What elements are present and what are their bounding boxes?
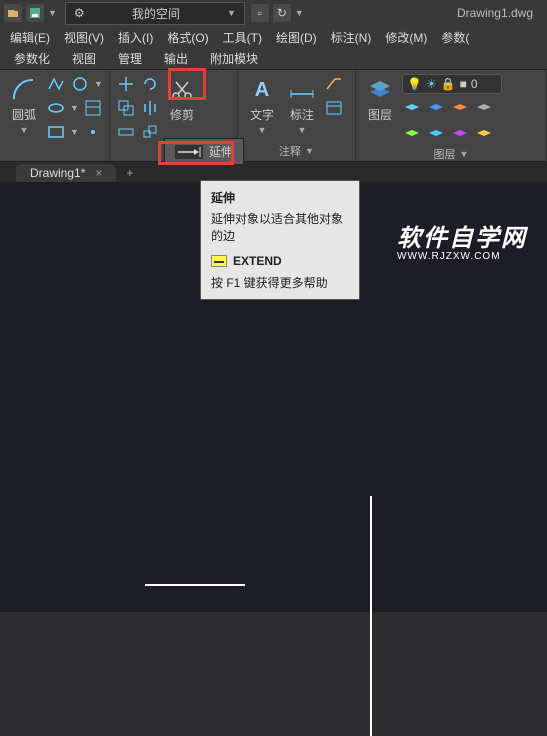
circle-icon[interactable] <box>70 74 90 94</box>
panel-annotate-title: 注释 <box>279 143 301 159</box>
menubar: 编辑(E) 视图(V) 插入(I) 格式(O) 工具(T) 绘图(D) 标注(N… <box>0 26 547 48</box>
arc-label: 圆弧 <box>12 106 36 123</box>
document-tab-label: Drawing1* <box>30 166 85 180</box>
tab-manage[interactable]: 管理 <box>108 48 152 69</box>
tooltip-description: 延伸对象以适合其他对象的边 <box>211 210 349 244</box>
new-tab-button[interactable]: + <box>120 164 139 182</box>
menu-draw[interactable]: 绘图(D) <box>270 27 323 48</box>
text-button[interactable]: A 文字 ▼ <box>244 74 280 137</box>
sun-icon: ☀ <box>426 77 437 91</box>
mirror-icon[interactable] <box>140 98 160 118</box>
copy-icon[interactable] <box>116 98 136 118</box>
panel-draw: 圆弧 ▼ ▼ ▼ ▼ <box>0 70 110 161</box>
chevron-down-icon[interactable]: ▼ <box>94 79 103 89</box>
menu-modify[interactable]: 修改(M) <box>379 27 433 48</box>
menu-view[interactable]: 视图(V) <box>58 27 110 48</box>
layer-selector[interactable]: 💡 ☀ 🔒 ■ 0 <box>402 74 502 94</box>
rotate-icon[interactable] <box>140 74 160 94</box>
rectangle-icon[interactable] <box>46 122 66 142</box>
open-icon[interactable] <box>4 4 22 22</box>
hatch-icon[interactable] <box>83 98 103 118</box>
panel-annotate: A 文字 ▼ 标注 ▼ 注释▼ <box>238 70 356 161</box>
layer-label: 图层 <box>368 106 392 123</box>
dimension-icon <box>288 76 316 104</box>
tooltip-command: EXTEND <box>233 254 282 268</box>
panel-layers-title: 图层 <box>434 146 456 162</box>
watermark-cn: 软件自学网 <box>397 218 527 253</box>
command-icon <box>211 255 227 267</box>
extend-flyout-item[interactable]: 延伸 <box>164 138 244 165</box>
tab-view[interactable]: 视图 <box>62 48 106 69</box>
trim-label: 修剪 <box>170 106 194 123</box>
extend-icon <box>175 145 203 159</box>
stretch-icon[interactable] <box>116 122 136 142</box>
scissors-icon <box>168 76 196 104</box>
dimension-button[interactable]: 标注 ▼ <box>284 74 320 137</box>
qat-dropdown-icon[interactable]: ▼ <box>48 8 57 18</box>
refresh-icon[interactable]: ↻ <box>273 4 291 22</box>
menu-dimension[interactable]: 标注(N) <box>325 27 378 48</box>
leader-icon[interactable] <box>324 74 344 94</box>
chevron-down-icon: ▼ <box>227 8 236 18</box>
menu-parametric[interactable]: 参数( <box>435 27 475 48</box>
dimension-label: 标注 <box>290 106 314 123</box>
ribbon-tabstrip: 参数化 视图 管理 输出 附加模块 <box>0 48 547 70</box>
menu-format[interactable]: 格式(O) <box>161 27 214 48</box>
layer-freeze-icon[interactable] <box>450 100 470 120</box>
table-icon[interactable] <box>324 98 344 118</box>
document-tabstrip: Drawing1* × + <box>0 162 547 182</box>
extend-label: 延伸 <box>209 143 233 160</box>
tab-addins[interactable]: 附加模块 <box>200 48 268 69</box>
menu-edit[interactable]: 编辑(E) <box>4 27 56 48</box>
layer-state-icon[interactable] <box>402 100 422 120</box>
chevron-down-icon: ▼ <box>20 125 29 135</box>
canvas-line-horizontal <box>145 584 245 586</box>
menu-insert[interactable]: 插入(I) <box>112 27 159 48</box>
save-icon[interactable] <box>26 4 44 22</box>
watermark: 软件自学网 WWW.RJZXW.COM <box>397 218 527 262</box>
cloud-icon[interactable]: ▫ <box>251 4 269 22</box>
square-icon: ■ <box>460 77 467 91</box>
lock-icon: 🔒 <box>441 77 456 91</box>
tooltip-title: 延伸 <box>211 189 349 206</box>
tooltip-help: 按 F1 键获得更多帮助 <box>211 274 349 291</box>
scale-icon[interactable] <box>140 122 160 142</box>
menu-tools[interactable]: 工具(T) <box>217 27 268 48</box>
arc-icon <box>10 76 38 104</box>
layer-match-icon[interactable] <box>402 126 422 146</box>
move-icon[interactable] <box>116 74 136 94</box>
ellipse-icon[interactable] <box>46 98 66 118</box>
layer-lock-icon[interactable] <box>474 100 494 120</box>
layer-zero-label: 0 <box>471 77 478 91</box>
text-label: 文字 <box>250 106 274 123</box>
layers-icon <box>366 76 394 104</box>
tooltip: 延伸 延伸对象以适合其他对象的边 EXTEND 按 F1 键获得更多帮助 <box>200 180 360 300</box>
arc-button[interactable]: 圆弧 ▼ <box>6 74 42 137</box>
lightbulb-icon: 💡 <box>407 77 422 91</box>
document-tab[interactable]: Drawing1* × <box>16 164 116 182</box>
point-icon[interactable] <box>83 122 103 142</box>
workspace-label: 我的空间 <box>132 5 180 22</box>
layer-properties-button[interactable]: 图层 <box>362 74 398 125</box>
panel-layers: 图层 💡 ☀ 🔒 ■ 0 <box>356 70 547 161</box>
document-title: Drawing1.dwg <box>447 6 543 20</box>
tab-output[interactable]: 输出 <box>154 48 198 69</box>
ribbon: 圆弧 ▼ ▼ ▼ ▼ <box>0 70 547 162</box>
close-icon[interactable]: × <box>95 166 102 180</box>
layer-walk-icon[interactable] <box>474 126 494 146</box>
polyline-icon[interactable] <box>46 74 66 94</box>
layer-prev-icon[interactable] <box>426 126 446 146</box>
gear-icon: ⚙ <box>74 6 85 20</box>
titlebar: ▼ ⚙ 我的空间 ▼ ▫ ↻ ▼ Drawing1.dwg <box>0 0 547 26</box>
tab-parametric[interactable]: 参数化 <box>4 48 60 69</box>
chevron-down-icon[interactable]: ▼ <box>295 8 304 18</box>
canvas-line-vertical <box>370 496 372 736</box>
workspace-dropdown[interactable]: ⚙ 我的空间 ▼ <box>65 2 245 25</box>
text-icon: A <box>248 76 276 104</box>
quick-access-toolbar: ▼ <box>4 4 57 22</box>
trim-button[interactable]: 修剪 <box>164 74 200 125</box>
layer-off-icon[interactable] <box>450 126 470 146</box>
layer-iso-icon[interactable] <box>426 100 446 120</box>
